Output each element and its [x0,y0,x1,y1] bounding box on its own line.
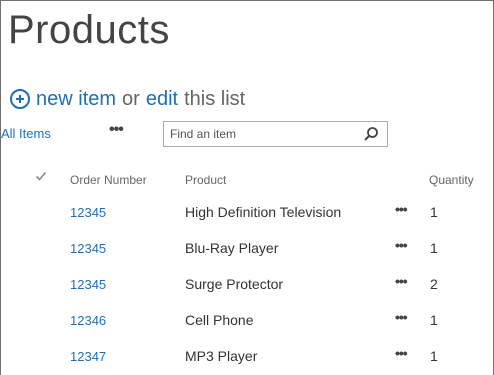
column-header-order-number[interactable]: Order Number [70,173,147,187]
search-box [163,121,388,147]
quantity-cell: 1 [430,204,438,220]
order-number-link[interactable]: 12345 [70,241,106,256]
order-number-link[interactable]: 12346 [70,313,106,328]
view-all-items[interactable]: All Items [1,126,51,141]
search-input[interactable] [170,125,350,143]
edit-list-link[interactable]: edit [146,88,178,111]
views-toolbar: All Items ••• [1,121,494,149]
product-cell: Blu-Ray Player [185,240,279,256]
add-circle-icon[interactable] [10,89,30,109]
quantity-cell: 1 [430,348,438,364]
quantity-cell: 1 [430,240,438,256]
row-menu-ellipsis-icon[interactable]: ••• [395,309,408,325]
select-all-check-icon[interactable] [35,170,47,182]
column-header-quantity[interactable]: Quantity [429,173,474,187]
search-icon[interactable] [363,126,379,142]
new-item-bar: new item or edit this list [10,86,245,112]
table-header: Order Number Product Quantity [1,167,494,191]
column-header-product[interactable]: Product [185,173,226,187]
table-row[interactable]: 12346 Cell Phone ••• 1 [1,303,494,339]
product-cell: Cell Phone [185,312,254,328]
product-cell: High Definition Television [185,204,342,220]
quantity-cell: 1 [430,312,438,328]
order-number-link[interactable]: 12345 [70,205,106,220]
this-list-text: this list [184,87,246,110]
product-cell: MP3 Player [185,348,258,364]
new-item-link[interactable]: new item [36,88,116,111]
row-menu-ellipsis-icon[interactable]: ••• [395,201,408,217]
order-number-link[interactable]: 12345 [70,277,106,292]
table-row[interactable]: 12347 MP3 Player ••• 1 [1,339,494,375]
table-row[interactable]: 12345 High Definition Television ••• 1 [1,195,494,231]
row-menu-ellipsis-icon[interactable]: ••• [395,273,408,289]
order-number-link[interactable]: 12347 [70,349,106,364]
view-more-ellipsis-icon[interactable]: ••• [109,121,124,139]
row-menu-ellipsis-icon[interactable]: ••• [395,345,408,361]
table-row[interactable]: 12345 Blu-Ray Player ••• 1 [1,231,494,267]
page-title: Products [8,8,170,52]
table-row[interactable]: 12345 Surge Protector ••• 2 [1,267,494,303]
product-cell: Surge Protector [185,276,284,292]
row-menu-ellipsis-icon[interactable]: ••• [395,237,408,253]
quantity-cell: 2 [430,276,438,292]
or-text: or [122,87,140,110]
app-frame: Products new item or edit this list All … [0,0,494,375]
